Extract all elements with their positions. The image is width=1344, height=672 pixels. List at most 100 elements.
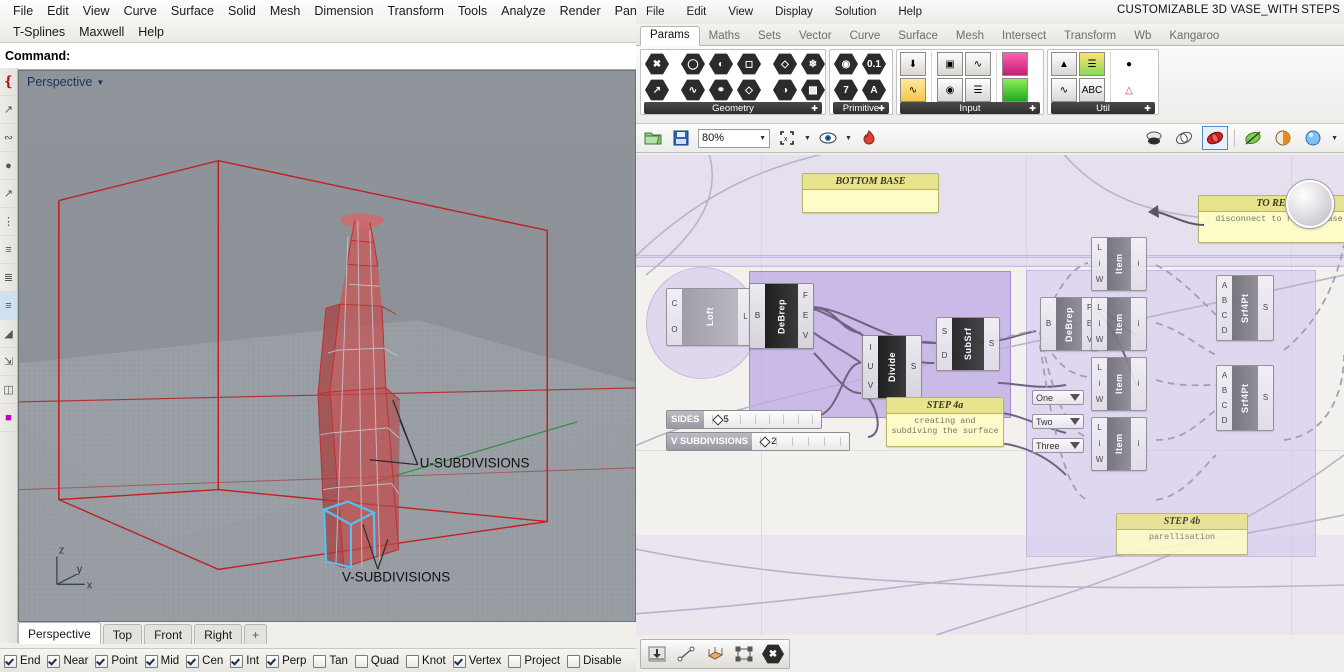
osnap-mid[interactable]: Mid xyxy=(144,654,179,668)
menu-item-help[interactable]: Help xyxy=(131,25,171,39)
tab-transform[interactable]: Transform xyxy=(1055,28,1125,45)
pin-i[interactable]: I xyxy=(865,343,876,353)
tab-mesh[interactable]: Mesh xyxy=(947,28,993,45)
checkbox-vertex[interactable] xyxy=(452,654,466,668)
gh-menu-display[interactable]: Display xyxy=(775,6,825,18)
command-input[interactable] xyxy=(70,45,636,67)
geo-circle-icon[interactable]: ◯ xyxy=(680,52,706,76)
pin-w[interactable]: W xyxy=(1094,395,1105,405)
chevron-down-icon[interactable]: ▼ xyxy=(1331,135,1338,142)
pin-b[interactable]: B xyxy=(752,311,763,321)
menu-item-maxwell[interactable]: Maxwell xyxy=(72,25,131,39)
osnap-cen[interactable]: Cen xyxy=(186,654,223,668)
tab-params[interactable]: Params xyxy=(640,26,700,46)
extrude-icon[interactable]: ⋮ xyxy=(0,208,17,236)
eye-preview-icon[interactable] xyxy=(817,127,839,149)
solid-icon[interactable]: ≡ xyxy=(0,292,17,320)
pin-i-out[interactable]: i xyxy=(1133,439,1144,449)
expand-icon[interactable]: ✚ xyxy=(878,104,885,113)
prim-bool-icon[interactable]: ◉ xyxy=(833,52,859,76)
menu-item-render[interactable]: Render xyxy=(553,4,608,18)
pin-d[interactable]: D xyxy=(939,351,950,361)
viewport-tab-front[interactable]: Front xyxy=(144,624,193,644)
geo-vector-icon[interactable]: ↗ xyxy=(644,78,670,102)
slider-tool-icon[interactable] xyxy=(644,642,670,666)
clear-tool-icon[interactable]: ✖ xyxy=(760,642,786,666)
dropdown-one[interactable]: One xyxy=(1032,390,1084,405)
menu-item-tsplines[interactable]: T-Splines xyxy=(6,25,72,39)
surface-tool-icon[interactable] xyxy=(702,642,728,666)
checkbox-quad[interactable] xyxy=(354,654,368,668)
osnap-end[interactable]: End xyxy=(4,654,40,668)
pin-w[interactable]: W xyxy=(1094,275,1105,285)
preview-off-icon[interactable] xyxy=(1241,127,1265,149)
chevron-down-icon[interactable] xyxy=(1070,442,1080,449)
checkbox-point[interactable] xyxy=(95,654,109,668)
viewport-tab-add[interactable]: + xyxy=(244,624,268,644)
menu-item-view[interactable]: View xyxy=(76,4,117,18)
component-item-4[interactable]: L i W Item i xyxy=(1091,417,1147,471)
grasshopper-toolbar[interactable]: 80% ▼ x ▼ ▼ ▼ xyxy=(636,124,1344,153)
curve-input-icon[interactable]: ∿ xyxy=(965,52,991,76)
chevron-down-icon[interactable] xyxy=(1070,418,1080,425)
component-srf4pt-1[interactable]: A B C D Srf4Pt S xyxy=(1216,275,1274,341)
gradient-icon[interactable] xyxy=(1002,52,1028,76)
pin-i-out[interactable]: i xyxy=(1133,319,1144,329)
pin-i[interactable]: i xyxy=(1094,319,1105,329)
graph-mapper-icon[interactable]: ∿ xyxy=(900,78,926,102)
geo-box-icon[interactable]: ◇ xyxy=(772,52,798,76)
pin-l[interactable]: L xyxy=(1094,363,1105,373)
prim-number-icon[interactable]: 0.1 xyxy=(861,52,887,76)
geo-curve-icon[interactable]: ∿ xyxy=(680,78,706,102)
pin-l[interactable]: L xyxy=(1094,243,1105,253)
grasshopper-tab-bar[interactable]: Params Maths Sets Vector Curve Surface M… xyxy=(636,24,1344,46)
pin-e[interactable]: E xyxy=(800,311,811,321)
osnap-int[interactable]: Int xyxy=(230,654,259,668)
tab-intersect[interactable]: Intersect xyxy=(993,28,1055,45)
panel-step-4b[interactable]: STEP 4b parellisation xyxy=(1116,513,1248,555)
osnap-tan[interactable]: Tan xyxy=(313,654,348,668)
slider-sides[interactable]: SIDES 5 xyxy=(666,410,822,429)
wireframe-preview-icon[interactable] xyxy=(1142,127,1166,149)
geo-group-icon[interactable]: ▩ xyxy=(800,78,826,102)
arc-icon[interactable]: ❴ xyxy=(0,68,17,96)
component-loft[interactable]: C O Loft L xyxy=(666,288,754,346)
pin-i-out[interactable]: i xyxy=(1133,379,1144,389)
expand-icon[interactable]: ✚ xyxy=(1144,104,1151,113)
pin-i[interactable]: i xyxy=(1094,439,1105,449)
loft-icon[interactable]: ≣ xyxy=(0,264,17,292)
tab-surface[interactable]: Surface xyxy=(889,28,947,45)
viewport-tab-top[interactable]: Top xyxy=(102,624,143,644)
pin-s-out[interactable]: S xyxy=(986,339,997,349)
osnap-quad[interactable]: Quad xyxy=(354,654,399,668)
component-item-1[interactable]: L i W Item i xyxy=(1091,237,1147,291)
component-subsrf[interactable]: S D SubSrf S xyxy=(936,317,1000,371)
panel-body-bottom-base[interactable] xyxy=(803,190,938,194)
panel-bottom-base[interactable]: BOTTOM BASE xyxy=(802,173,939,213)
tab-kangaroo[interactable]: Kangaroo xyxy=(1160,28,1228,45)
pin-s[interactable]: S xyxy=(1260,303,1271,313)
checkbox-perp[interactable] xyxy=(266,654,280,668)
viewport-tab-bar[interactable]: Perspective Top Front Right + xyxy=(18,622,636,644)
pin-b[interactable]: B xyxy=(1219,296,1230,306)
geo-mesh-icon[interactable]: ❄ xyxy=(800,52,826,76)
pin-d[interactable]: D xyxy=(1219,416,1230,426)
preview-full-icon[interactable] xyxy=(1301,127,1325,149)
viewport-tab-right[interactable]: Right xyxy=(194,624,243,644)
checkbox-end[interactable] xyxy=(4,654,17,668)
slider-icon[interactable]: ⬇ xyxy=(900,52,926,76)
gh-menu-view[interactable]: View xyxy=(728,6,765,18)
gh-menu-edit[interactable]: Edit xyxy=(687,6,719,18)
canvas-toolbar[interactable]: ✖ xyxy=(640,639,790,669)
checkbox-tan[interactable] xyxy=(313,654,327,668)
geo-brep-icon[interactable]: ◑ xyxy=(772,78,798,102)
menu-item-panels[interactable]: Panels xyxy=(608,4,636,18)
component-item-2[interactable]: L i W Item i xyxy=(1091,297,1147,351)
pin-o[interactable]: O xyxy=(669,325,680,335)
slider-v-subdivisions[interactable]: V SUBDIVISIONS 2 xyxy=(666,432,850,451)
menu-item-curve[interactable]: Curve xyxy=(117,4,164,18)
tab-vector[interactable]: Vector xyxy=(790,28,841,45)
render-preview-icon[interactable] xyxy=(1202,126,1229,150)
pin-v[interactable]: V xyxy=(865,381,876,391)
grasshopper-canvas[interactable]: BOTTOM BASE TO REMO disconnect to remove… xyxy=(636,155,1344,635)
